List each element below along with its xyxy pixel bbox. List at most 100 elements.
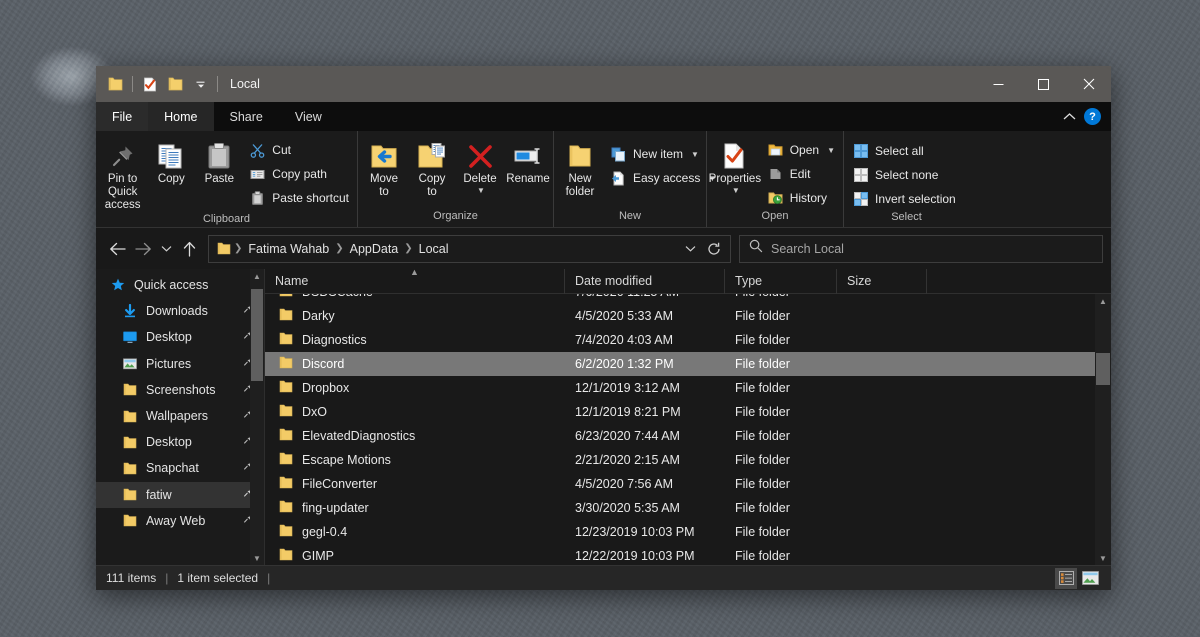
new-folder-button[interactable]: New folder: [556, 136, 604, 199]
navigation-pane-scrollbar[interactable]: ▲ ▼: [250, 269, 264, 565]
table-row[interactable]: DxO 12/1/2019 8:21 PM File folder: [265, 400, 1111, 424]
back-button[interactable]: [104, 235, 130, 263]
tab-share[interactable]: Share: [214, 102, 279, 131]
table-row-selected[interactable]: Discord 6/2/2020 1:32 PM File folder: [265, 352, 1111, 376]
rename-label: Rename: [506, 173, 549, 186]
scroll-down-arrow-icon[interactable]: ▼: [1099, 551, 1107, 565]
rename-button[interactable]: Rename: [504, 136, 552, 186]
scroll-down-arrow-icon[interactable]: ▼: [253, 551, 261, 565]
folder-icon: [279, 294, 293, 300]
table-row[interactable]: gegl-0.4 12/23/2019 10:03 PM File folder: [265, 520, 1111, 544]
sidebar-item-downloads[interactable]: Downloads: [96, 298, 264, 324]
sidebar-label: Screenshots: [146, 383, 215, 397]
new-item-caret-icon[interactable]: ▼: [691, 150, 699, 159]
tab-file[interactable]: File: [96, 102, 148, 131]
new-item-button[interactable]: New item ▼: [604, 142, 722, 166]
forward-button[interactable]: [130, 235, 156, 263]
customize-qat-caret-icon[interactable]: [189, 72, 211, 96]
breadcrumb-appdata[interactable]: AppData: [345, 238, 404, 260]
sidebar-item-desktop-2[interactable]: Desktop: [96, 429, 264, 455]
address-bar[interactable]: ❯ Fatima Wahab ❯ AppData ❯ Local: [208, 235, 731, 263]
paste-button[interactable]: Paste: [195, 136, 243, 186]
easy-access-button[interactable]: Easy access ▼: [604, 166, 722, 190]
table-row[interactable]: fing-updater 3/30/2020 5:35 AM File fold…: [265, 496, 1111, 520]
sidebar-item-wallpapers[interactable]: Wallpapers: [96, 403, 264, 429]
copy-path-button[interactable]: Copy path: [243, 162, 355, 186]
properties-check-icon[interactable]: [139, 72, 161, 96]
delete-caret-icon[interactable]: ▼: [477, 186, 485, 195]
column-header-name[interactable]: ▲ Name: [265, 269, 565, 294]
sidebar-item-screenshots[interactable]: Screenshots: [96, 377, 264, 403]
up-button[interactable]: [176, 235, 202, 263]
folder-icon: [279, 428, 293, 444]
table-row[interactable]: FileConverter 4/5/2020 7:56 AM File fold…: [265, 472, 1111, 496]
close-button[interactable]: [1066, 66, 1111, 102]
breadcrumb-separator[interactable]: ❯: [403, 243, 413, 254]
pin-to-quick-access-button[interactable]: Pin to Quick access: [98, 136, 147, 213]
breadcrumb-fatima-wahab[interactable]: Fatima Wahab: [243, 238, 334, 260]
delete-button[interactable]: Delete ▼: [456, 136, 504, 195]
invert-selection-icon: [852, 192, 869, 206]
copy-to-button[interactable]: Copy to: [408, 136, 456, 199]
breadcrumb-local[interactable]: Local: [414, 238, 454, 260]
select-all-button[interactable]: Select all: [846, 139, 962, 163]
table-row[interactable]: GIMP 12/22/2019 10:03 PM File folder: [265, 544, 1111, 565]
search-box[interactable]: Search Local: [739, 235, 1103, 263]
search-input[interactable]: Search Local: [771, 242, 844, 256]
table-row[interactable]: Escape Motions 2/21/2020 2:15 AM File fo…: [265, 448, 1111, 472]
column-header-size[interactable]: Size: [837, 269, 927, 294]
title-bar[interactable]: Local: [96, 66, 1111, 102]
tab-home[interactable]: Home: [148, 102, 213, 131]
maximize-button[interactable]: [1021, 66, 1066, 102]
paste-shortcut-button[interactable]: Paste shortcut: [243, 186, 355, 210]
scrollbar-thumb[interactable]: [251, 289, 263, 381]
large-icons-view-icon[interactable]: [1079, 568, 1101, 589]
table-row[interactable]: ElevatedDiagnostics 6/23/2020 7:44 AM Fi…: [265, 424, 1111, 448]
refresh-icon[interactable]: [702, 236, 726, 262]
scrollbar-thumb[interactable]: [1096, 353, 1110, 385]
scrollbar-track[interactable]: [1095, 308, 1111, 551]
table-row[interactable]: Darky 4/5/2020 5:33 AM File folder: [265, 304, 1111, 328]
properties-caret-icon[interactable]: ▼: [732, 186, 740, 195]
breadcrumb-separator[interactable]: ❯: [233, 243, 243, 254]
recent-locations-button[interactable]: [156, 235, 176, 263]
sidebar-item-away-web[interactable]: Away Web: [96, 508, 264, 534]
cut-button[interactable]: Cut: [243, 138, 355, 162]
file-type: File folder: [725, 501, 837, 515]
sidebar-item-fatiw[interactable]: fatiw: [96, 482, 264, 508]
open-caret-icon[interactable]: ▼: [827, 146, 835, 155]
status-separator: |: [267, 571, 270, 585]
scroll-up-arrow-icon[interactable]: ▲: [1099, 294, 1107, 308]
file-list-scrollbar[interactable]: ▲ ▼: [1095, 294, 1111, 565]
copy-button[interactable]: Copy: [147, 136, 195, 186]
history-button[interactable]: History: [761, 186, 841, 210]
help-button[interactable]: ?: [1084, 108, 1101, 125]
table-row[interactable]: Diagnostics 7/4/2020 4:03 AM File folder: [265, 328, 1111, 352]
properties-button[interactable]: Properties ▼: [709, 136, 761, 195]
address-folder-icon[interactable]: [215, 238, 233, 260]
invert-selection-button[interactable]: Invert selection: [846, 187, 962, 211]
table-row[interactable]: DSDSCache 7/6/2020 11:25 AM File folder: [265, 294, 1111, 304]
table-row[interactable]: Dropbox 12/1/2019 3:12 AM File folder: [265, 376, 1111, 400]
select-none-button[interactable]: Select none: [846, 163, 962, 187]
scrollbar-track[interactable]: [250, 283, 264, 551]
sidebar-item-desktop[interactable]: Desktop: [96, 324, 264, 350]
chevron-up-icon[interactable]: [1063, 110, 1076, 124]
tab-view[interactable]: View: [279, 102, 338, 131]
column-header-type[interactable]: Type: [725, 269, 837, 294]
scroll-up-arrow-icon[interactable]: ▲: [253, 269, 261, 283]
sidebar-item-snapchat[interactable]: Snapchat: [96, 455, 264, 481]
open-button[interactable]: Open ▼: [761, 138, 841, 162]
sidebar-item-pictures[interactable]: Pictures: [96, 351, 264, 377]
folder-icon[interactable]: [104, 72, 126, 96]
move-to-button[interactable]: Move to: [360, 136, 408, 199]
chevron-down-icon[interactable]: [678, 236, 702, 262]
minimize-button[interactable]: [976, 66, 1021, 102]
breadcrumb-separator[interactable]: ❯: [334, 243, 344, 254]
new-folder-icon[interactable]: [164, 72, 186, 96]
folder-icon: [122, 514, 138, 527]
edit-button[interactable]: Edit: [761, 162, 841, 186]
details-view-icon[interactable]: [1055, 568, 1077, 589]
column-header-date-modified[interactable]: Date modified: [565, 269, 725, 294]
sidebar-item-quick-access[interactable]: Quick access: [96, 272, 264, 298]
